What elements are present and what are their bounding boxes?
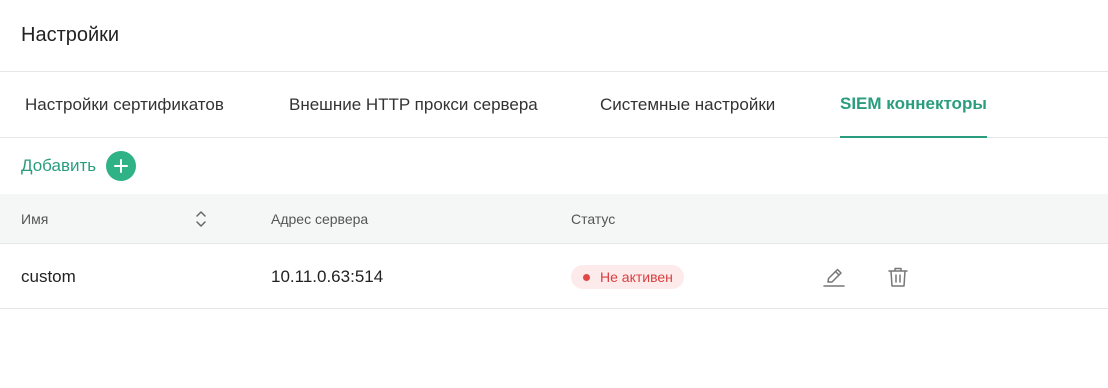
status-badge: Не активен <box>571 265 684 289</box>
table-row: custom 10.11.0.63:514 Не активен <box>0 244 1108 309</box>
toolbar: Добавить <box>0 138 1108 194</box>
table-header: Имя Адрес сервера Статус <box>0 194 1108 244</box>
tab-http-proxies[interactable]: Внешние HTTP прокси сервера <box>289 72 538 138</box>
edit-icon[interactable] <box>822 265 846 294</box>
add-connector-button[interactable]: Добавить <box>21 151 137 181</box>
status-text: Не активен <box>600 269 673 285</box>
column-header-status: Статус <box>571 211 616 227</box>
add-label[interactable]: Добавить <box>21 156 96 176</box>
plus-icon[interactable] <box>106 151 137 181</box>
settings-tabs: Настройки сертификатов Внешние HTTP прок… <box>0 72 1108 138</box>
page-title: Настройки <box>21 24 120 46</box>
page-header: Настройки <box>0 0 1108 72</box>
status-dot-icon <box>583 273 590 281</box>
sort-icon[interactable] <box>195 210 207 233</box>
cell-address: 10.11.0.63:514 <box>271 266 384 286</box>
trash-icon[interactable] <box>887 265 909 294</box>
tab-certificates[interactable]: Настройки сертификатов <box>25 72 224 138</box>
tab-system-settings[interactable]: Системные настройки <box>600 72 775 138</box>
column-header-name[interactable]: Имя <box>21 194 48 244</box>
tab-siem-connectors[interactable]: SIEM коннекторы <box>840 72 987 138</box>
cell-name: custom <box>21 266 76 286</box>
column-header-address: Адрес сервера <box>271 211 369 227</box>
